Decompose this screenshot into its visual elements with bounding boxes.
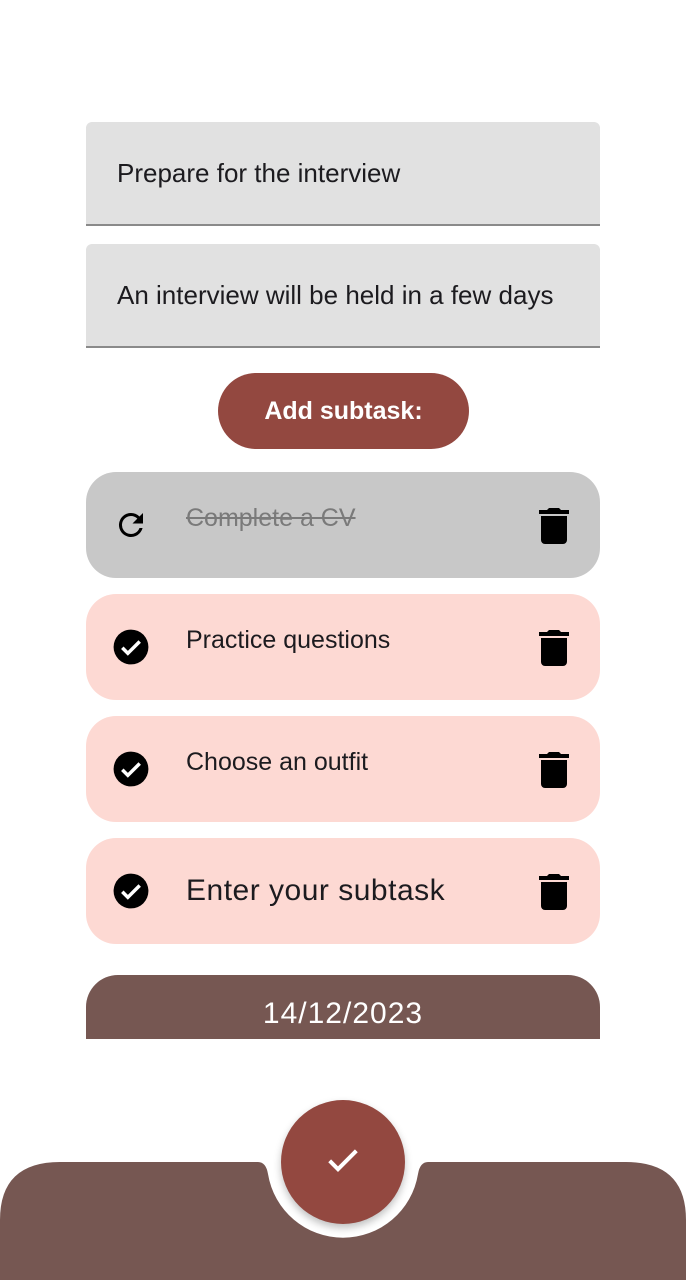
check-circle-icon[interactable] (112, 872, 150, 910)
add-subtask-button[interactable]: Add subtask: (218, 373, 469, 449)
check-icon (323, 1140, 363, 1185)
trash-icon[interactable] (539, 628, 569, 666)
trash-icon[interactable] (539, 750, 569, 788)
refresh-icon[interactable] (112, 506, 150, 544)
subtask-text: Practice questions (186, 626, 391, 654)
task-description-input[interactable] (117, 279, 600, 311)
subtask-item[interactable]: Practice questions (86, 594, 600, 700)
trash-icon[interactable] (539, 506, 569, 544)
subtask-item-new[interactable]: Enter your subtask (86, 838, 600, 944)
due-date-button[interactable]: 14/12/2023 (86, 975, 600, 1039)
subtask-input-placeholder[interactable]: Enter your subtask (186, 874, 445, 908)
task-title-field[interactable] (86, 122, 600, 226)
due-date-text: 14/12/2023 (262, 997, 424, 1030)
subtask-text: Complete a CV (186, 504, 356, 532)
subtask-item[interactable]: Choose an outfit (86, 716, 600, 822)
check-circle-icon[interactable] (112, 750, 150, 788)
task-title-input[interactable] (117, 157, 600, 189)
trash-icon[interactable] (539, 872, 569, 910)
task-description-field[interactable] (86, 244, 600, 348)
check-circle-icon[interactable] (112, 628, 150, 666)
confirm-fab[interactable] (281, 1100, 405, 1224)
subtask-text: Choose an outfit (186, 748, 369, 776)
subtask-item[interactable]: Complete a CV (86, 472, 600, 578)
